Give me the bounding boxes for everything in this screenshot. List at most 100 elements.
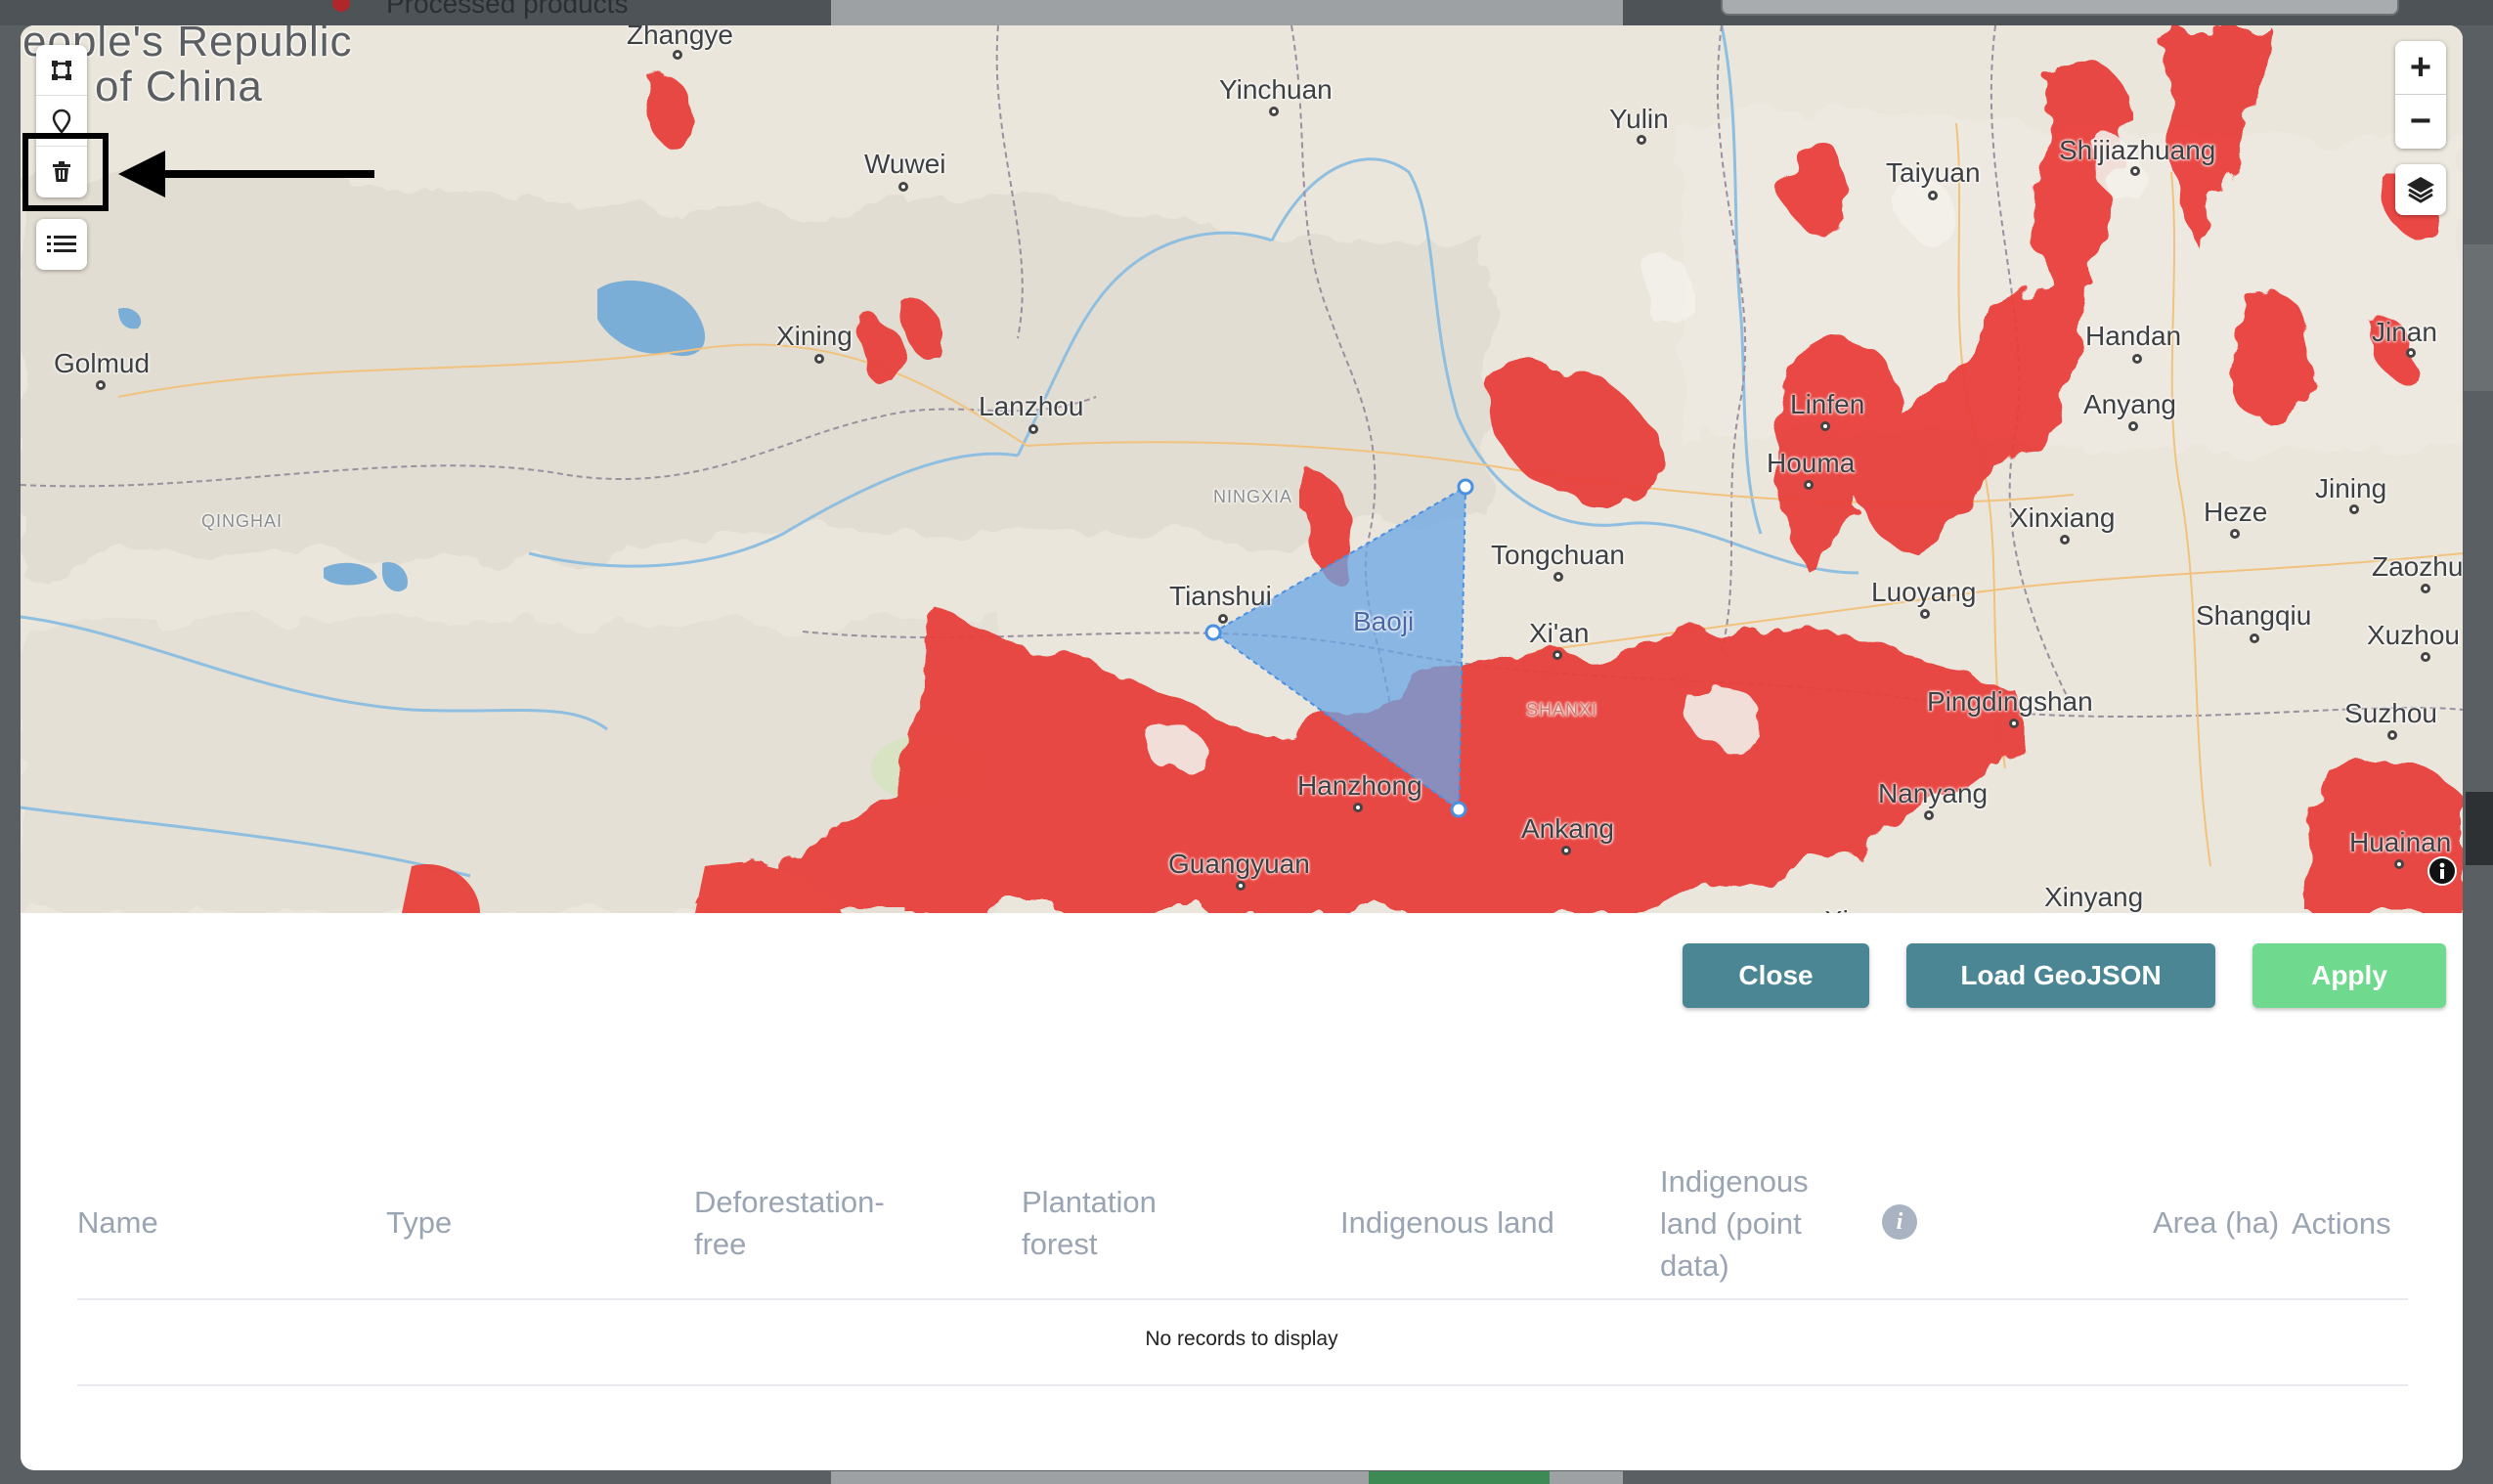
city-marker [673, 50, 682, 60]
background-status-dot [332, 0, 350, 12]
background-panel [831, 0, 2399, 25]
city-label: Shangqiu [2196, 600, 2312, 631]
city-label: Xining [776, 321, 853, 351]
city-marker [96, 380, 106, 390]
city-marker [1236, 881, 1246, 891]
country-label: of China [95, 63, 263, 110]
city-marker [2130, 166, 2140, 176]
column-header-actions: Actions [2292, 1206, 2391, 1241]
city-label: Xiangyang [1824, 905, 1953, 913]
region-label: QINGHAI [201, 511, 284, 531]
city-marker [1561, 846, 1571, 855]
city-label: Guangyuan [1168, 849, 1310, 879]
column-header-name[interactable]: Name [77, 1201, 158, 1244]
zoom-in-button[interactable]: + [2395, 41, 2446, 95]
city-label: Handan [2085, 321, 2182, 351]
column-header-type[interactable]: Type [386, 1201, 452, 1244]
column-header-plantation-forest[interactable]: Plantation forest [1022, 1181, 1157, 1265]
city-label: Yulin [1609, 104, 1669, 134]
city-label: Wuwei [864, 149, 946, 179]
background-green-button [1369, 1471, 1550, 1484]
draw-polygon-button[interactable] [36, 45, 87, 96]
city-label: Heze [2204, 497, 2268, 527]
city-label: Baoji [1353, 606, 1415, 636]
background-title: Processed products [386, 0, 629, 19]
apply-button[interactable]: Apply [2252, 943, 2446, 1008]
city-marker [1218, 614, 1228, 624]
region-label: SHANXI [1526, 700, 1598, 720]
city-label: Jinan [2372, 317, 2437, 347]
city-marker [898, 182, 908, 192]
zoom-out-button[interactable]: − [2395, 95, 2446, 149]
city-label: Xinyang [2044, 882, 2144, 912]
empty-table-message: No records to display [1145, 1328, 1338, 1350]
column-header-deforestation-free[interactable]: Deforestation- free [694, 1181, 885, 1265]
draw-polygon-icon [52, 60, 71, 80]
city-label: Lanzhou [979, 391, 1084, 421]
city-marker [1353, 803, 1363, 812]
city-label: Luoyang [1871, 577, 1977, 607]
city-label: Ankang [1521, 813, 1614, 844]
city-label: Golmud [54, 348, 151, 378]
city-label: Zaozhuang [2372, 551, 2463, 582]
city-label: Hanzhong [1297, 770, 1422, 801]
marker-icon [52, 109, 71, 134]
city-marker [2230, 529, 2240, 539]
city-marker [2250, 633, 2259, 643]
city-marker [1928, 191, 1938, 200]
city-label: Tongchuan [1491, 540, 1626, 570]
layers-button[interactable] [2395, 164, 2446, 215]
city-marker [1553, 572, 1563, 582]
zoom-control: + − [2395, 41, 2446, 149]
city-label: Xinxiang [2010, 502, 2116, 533]
polygon-vertex[interactable] [1204, 624, 1222, 641]
city-marker [2387, 730, 2397, 740]
city-label: Anyang [2083, 389, 2176, 419]
city-label: Suzhou [2344, 698, 2437, 728]
city-marker [2128, 421, 2138, 431]
background-input [1721, 0, 2399, 16]
city-marker [1028, 424, 1038, 434]
close-button[interactable]: Close [1683, 943, 1869, 1008]
region-label: NINGXIA [1213, 487, 1293, 506]
city-marker [1553, 650, 1562, 660]
city-label: Shijiazhuang [2059, 135, 2216, 165]
city-marker [2132, 354, 2142, 364]
city-marker [2009, 719, 2019, 728]
column-header-indigenous-land[interactable]: Indigenous land [1340, 1201, 1554, 1244]
city-marker [2394, 859, 2404, 869]
area-selection-modal: eople's Republic of China QINGHAI NINGXI… [21, 25, 2463, 1470]
city-label: Xuzhou [2367, 620, 2460, 650]
city-label: Taiyuan [1886, 157, 1981, 188]
city-marker [1804, 480, 1814, 490]
column-header-area[interactable]: Area (ha) [2153, 1201, 2279, 1244]
info-icon [2429, 858, 2455, 884]
table-header-divider [77, 1298, 2408, 1300]
map-attribution-button[interactable] [2427, 856, 2457, 886]
city-label: Jining [2315, 473, 2387, 503]
annotation-arrow-icon [118, 151, 374, 197]
city-label: Pingdingshan [1927, 686, 2093, 717]
city-marker [2421, 652, 2430, 662]
layers-icon [2407, 177, 2434, 203]
city-marker [2421, 584, 2430, 593]
city-label: Houma [1767, 448, 1856, 478]
list-icon [47, 236, 76, 252]
table-bottom-divider [77, 1384, 2408, 1386]
layer-list-button[interactable] [36, 219, 87, 270]
map-view[interactable]: eople's Republic of China QINGHAI NINGXI… [21, 25, 2463, 913]
city-label: Yinchuan [1219, 74, 1333, 105]
column-info-icon[interactable]: i [1882, 1204, 1917, 1240]
city-label: Nanyang [1878, 778, 1989, 808]
city-label: Tianshui [1169, 581, 1272, 611]
city-marker [2060, 535, 2070, 545]
city-marker [2406, 348, 2416, 358]
polygon-vertex[interactable] [1450, 801, 1467, 818]
load-geojson-button[interactable]: Load GeoJSON [1906, 943, 2215, 1008]
polygon-vertex[interactable] [1457, 478, 1474, 496]
city-marker [1820, 421, 1830, 431]
city-marker [2349, 504, 2359, 514]
column-header-indigenous-land-point[interactable]: Indigenous land (point data) [1660, 1160, 1809, 1287]
city-label: Zhangye [627, 25, 733, 50]
city-marker [1924, 810, 1934, 820]
